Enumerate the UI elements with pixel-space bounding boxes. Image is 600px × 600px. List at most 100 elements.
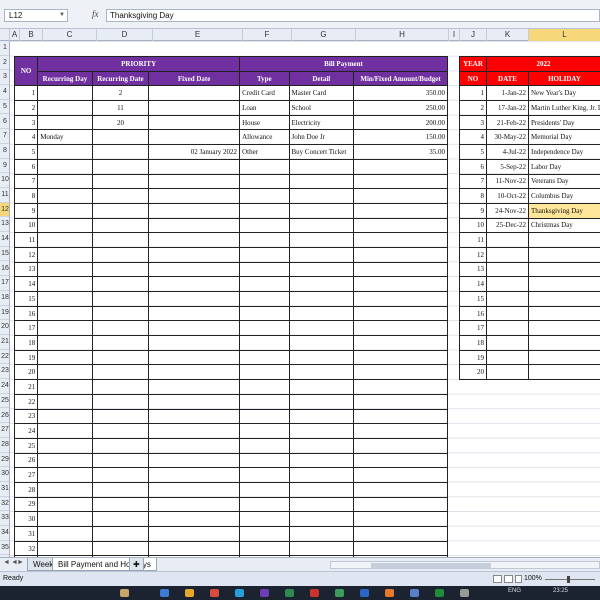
amount-cell[interactable] [353,246,448,263]
detail-cell[interactable] [288,423,355,439]
column-header-i[interactable]: I [449,29,460,41]
detail-cell[interactable] [288,246,355,263]
detail-cell[interactable] [288,232,355,248]
detail-cell[interactable] [288,305,355,322]
holiday-date-cell[interactable] [486,305,529,322]
priority-header[interactable]: PRIORITY [37,56,241,72]
recurring-day-cell[interactable] [37,496,93,513]
amount-cell[interactable] [353,232,448,248]
fixed-date-cell[interactable] [148,129,241,146]
amount-cell[interactable] [353,202,448,219]
holiday-date-cell[interactable] [486,261,529,278]
column-label[interactable]: Detail [288,70,355,87]
bill-payment-header[interactable]: Bill Payment [239,56,448,72]
type-cell[interactable]: House [239,114,290,131]
column-header-j[interactable]: J [460,29,487,41]
row-header[interactable]: 17 [0,276,9,291]
detail-cell[interactable]: John Doe Jr [288,129,355,146]
type-cell[interactable] [239,188,290,204]
holiday-number-cell[interactable]: 17 [459,320,487,337]
recurring-date-cell[interactable] [91,423,150,439]
recurring-day-cell[interactable] [37,232,93,248]
type-cell[interactable] [239,246,290,263]
amount-cell[interactable] [353,173,448,190]
holiday-name-cell[interactable]: Christmas Day [528,217,600,234]
recurring-day-cell[interactable] [37,202,93,219]
holiday-name-cell[interactable] [528,246,600,263]
page-break-view-icon[interactable] [515,575,522,583]
recurring-date-cell[interactable]: 2 [91,85,150,102]
detail-cell[interactable] [288,217,355,234]
taskbar-app-icon[interactable] [460,589,469,597]
taskbar-app-icon[interactable] [260,589,269,597]
type-cell[interactable] [239,408,290,425]
type-cell[interactable] [239,291,290,307]
holiday-number-cell[interactable]: 1 [459,85,487,102]
recurring-day-cell[interactable] [37,526,93,542]
type-cell[interactable] [239,526,290,542]
row-number-cell[interactable]: 32 [13,540,39,557]
fixed-date-cell[interactable] [148,393,241,410]
amount-cell[interactable] [353,481,448,498]
recurring-date-cell[interactable] [91,379,150,395]
row-header[interactable]: 19 [0,306,9,321]
row-header[interactable]: 3 [0,70,9,86]
recurring-date-cell[interactable] [91,349,150,366]
row-header[interactable]: 29 [0,453,9,468]
recurring-date-cell[interactable] [91,364,150,381]
fixed-date-cell[interactable] [148,540,241,557]
row-number-cell[interactable]: 31 [13,526,39,542]
row-number-cell[interactable]: 1 [13,85,39,102]
row-header[interactable]: 28 [0,438,9,453]
row-header[interactable]: 13 [0,217,9,233]
row-header[interactable]: 30 [0,467,9,482]
recurring-day-cell[interactable] [37,217,93,234]
taskbar-app-icon[interactable] [410,589,419,597]
holiday-number-cell[interactable]: 4 [459,129,487,146]
row-number-cell[interactable]: 27 [13,467,39,483]
row-number-cell[interactable]: 9 [13,202,39,219]
holiday-date-cell[interactable] [486,320,529,337]
row-header[interactable]: 14 [0,232,9,247]
row-header[interactable]: 12 [0,202,9,218]
amount-cell[interactable]: 200.00 [353,114,448,131]
row-header[interactable]: 21 [0,335,9,350]
holiday-name-cell[interactable] [528,261,600,278]
row-number-cell[interactable]: 26 [13,452,39,469]
recurring-day-cell[interactable] [37,246,93,263]
amount-cell[interactable] [353,188,448,204]
recurring-day-cell[interactable] [37,85,93,102]
recurring-date-cell[interactable] [91,467,150,483]
column-header-g[interactable]: G [292,29,356,41]
fixed-date-cell[interactable] [148,276,241,292]
fixed-date-cell[interactable] [148,158,241,175]
holiday-number-cell[interactable]: 20 [459,364,487,381]
zoom-slider[interactable] [545,576,595,583]
type-cell[interactable] [239,364,290,381]
amount-cell[interactable] [353,526,448,542]
row-header[interactable]: 23 [0,364,9,380]
row-number-cell[interactable]: 11 [13,232,39,248]
type-cell[interactable] [239,276,290,292]
type-cell[interactable] [239,540,290,557]
recurring-day-cell[interactable] [37,276,93,292]
row-header[interactable]: 20 [0,320,9,335]
holiday-date-cell[interactable]: 25-Dec-22 [486,217,529,234]
recurring-date-cell[interactable] [91,320,150,337]
holiday-date-cell[interactable] [486,349,529,366]
holiday-name-cell[interactable]: Veterans Day [528,173,600,190]
recurring-day-cell[interactable] [37,452,93,469]
holiday-date-cell[interactable]: 30-May-22 [486,129,529,146]
row-number-cell[interactable]: 15 [13,291,39,307]
row-header[interactable]: 4 [0,85,9,100]
column-header-c[interactable]: C [43,29,97,41]
type-cell[interactable] [239,511,290,527]
recurring-date-cell[interactable] [91,202,150,219]
holiday-number-cell[interactable]: 7 [459,173,487,190]
holiday-name-cell[interactable]: Columbus Day [528,188,600,204]
column-label[interactable]: Type [239,70,290,87]
row-header[interactable]: 31 [0,482,9,497]
recurring-day-cell[interactable] [37,379,93,395]
recurring-date-cell[interactable] [91,540,150,557]
amount-cell[interactable] [353,349,448,366]
